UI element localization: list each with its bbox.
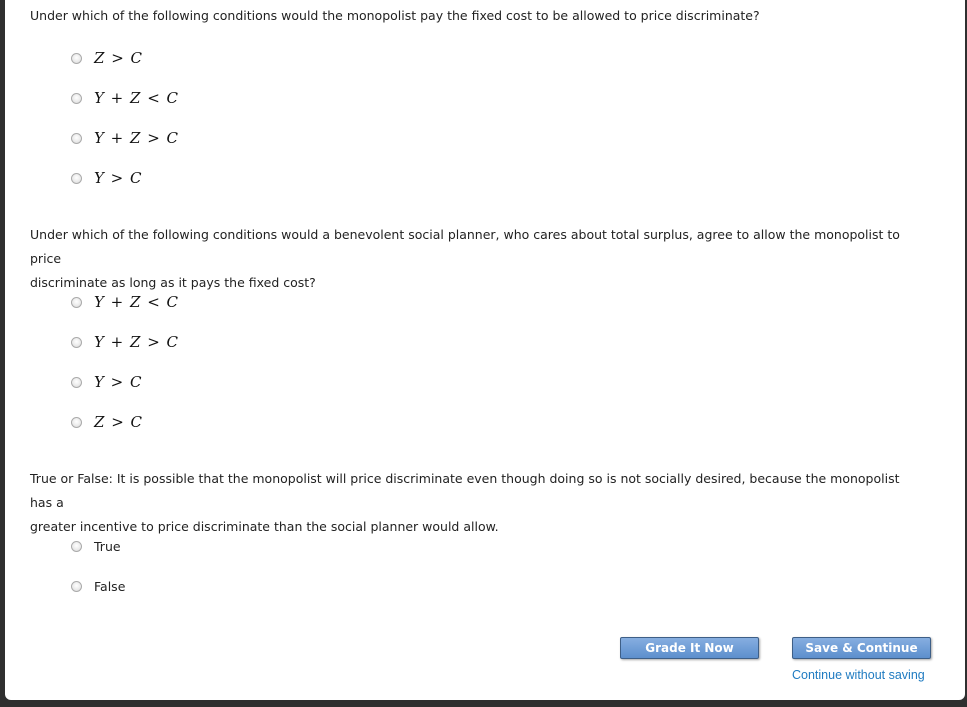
q1-option-1[interactable]: Z > C [71,48,143,68]
prompt-line: True or False: It is possible that the m… [30,471,900,510]
continue-without-saving-link[interactable]: Continue without saving [792,668,925,682]
radio-button[interactable] [71,336,82,348]
option-label: Y + Z > C [94,333,180,351]
radio-button[interactable] [71,52,82,64]
option-label: Y + Z < C [94,293,180,311]
radio-button[interactable] [71,416,82,428]
q2-option-3[interactable]: Y > C [71,372,142,392]
q3-option-false[interactable]: False [71,576,125,596]
prompt-line: greater incentive to price discriminate … [30,519,499,534]
option-label: False [94,578,126,594]
option-label: Y > C [94,169,143,187]
question-1-prompt: Under which of the following conditions … [30,8,760,23]
prompt-line: Under which of the following conditions … [30,227,900,266]
option-label: True [94,538,121,554]
option-label: Z > C [94,49,144,67]
question-3-prompt: True or False: It is possible that the m… [30,467,920,539]
radio-button[interactable] [71,376,82,388]
radio-button[interactable] [71,580,82,592]
option-label: Z > C [94,413,144,431]
q2-option-2[interactable]: Y + Z > C [71,332,179,352]
q1-option-2[interactable]: Y + Z < C [71,88,179,108]
radio-button[interactable] [71,132,82,144]
grade-it-now-button[interactable]: Grade It Now [620,637,759,659]
q2-option-4[interactable]: Z > C [71,412,143,432]
option-label: Y + Z < C [94,89,180,107]
question-panel: Under which of the following conditions … [5,0,965,700]
radio-button[interactable] [71,172,82,184]
radio-button[interactable] [71,540,82,552]
option-label: Y + Z > C [94,129,180,147]
q1-option-3[interactable]: Y + Z > C [71,128,179,148]
question-2-prompt: Under which of the following conditions … [30,223,920,295]
radio-button[interactable] [71,92,82,104]
q2-option-1[interactable]: Y + Z < C [71,292,179,312]
q3-option-true[interactable]: True [71,536,121,556]
option-label: Y > C [94,373,143,391]
q1-option-4[interactable]: Y > C [71,168,142,188]
radio-button[interactable] [71,296,82,308]
save-continue-button[interactable]: Save & Continue [792,637,931,659]
